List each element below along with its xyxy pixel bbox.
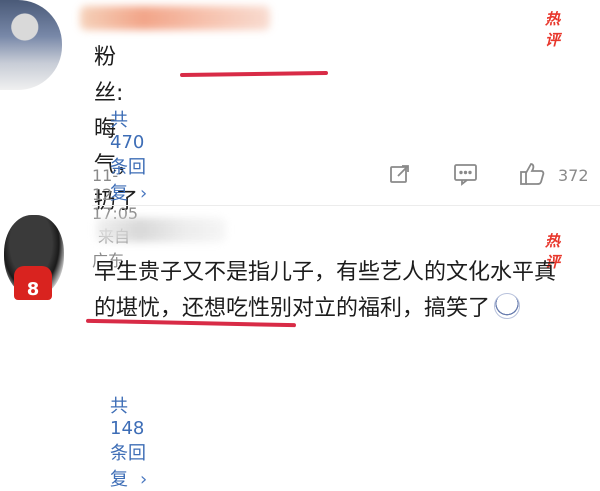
comment-text-content: 早生贵子又不是指儿子，有些艺人的文化水平真的堪忧，还想吃性别对立的福利，搞笑了 — [94, 260, 557, 321]
thumbs-up-icon[interactable] — [519, 161, 547, 192]
share-icon[interactable] — [388, 162, 412, 191]
like-count: 372 — [558, 166, 589, 185]
chevron-right-icon: › — [140, 183, 148, 204]
timestamp: 11-12 17:05 — [92, 166, 139, 223]
red-underline-annotation — [179, 70, 329, 78]
comment-icon[interactable] — [453, 162, 479, 191]
comment-text: 早生贵子又不是指儿子，有些艺人的文化水平真的堪忧，还想吃性别对立的福利，搞笑了 — [94, 255, 574, 327]
avatar[interactable] — [0, 0, 62, 90]
divider — [92, 205, 600, 206]
grinning-sweat-emoji-icon — [494, 293, 521, 319]
username-blurred[interactable] — [80, 6, 270, 30]
view-replies-link[interactable]: 共148条回复 › — [110, 392, 147, 491]
chevron-right-icon: › — [140, 469, 148, 490]
hot-comment-badge: 热评 — [545, 10, 560, 49]
avatar-jersey: 8 — [14, 266, 52, 300]
username-blurred[interactable] — [96, 218, 226, 242]
